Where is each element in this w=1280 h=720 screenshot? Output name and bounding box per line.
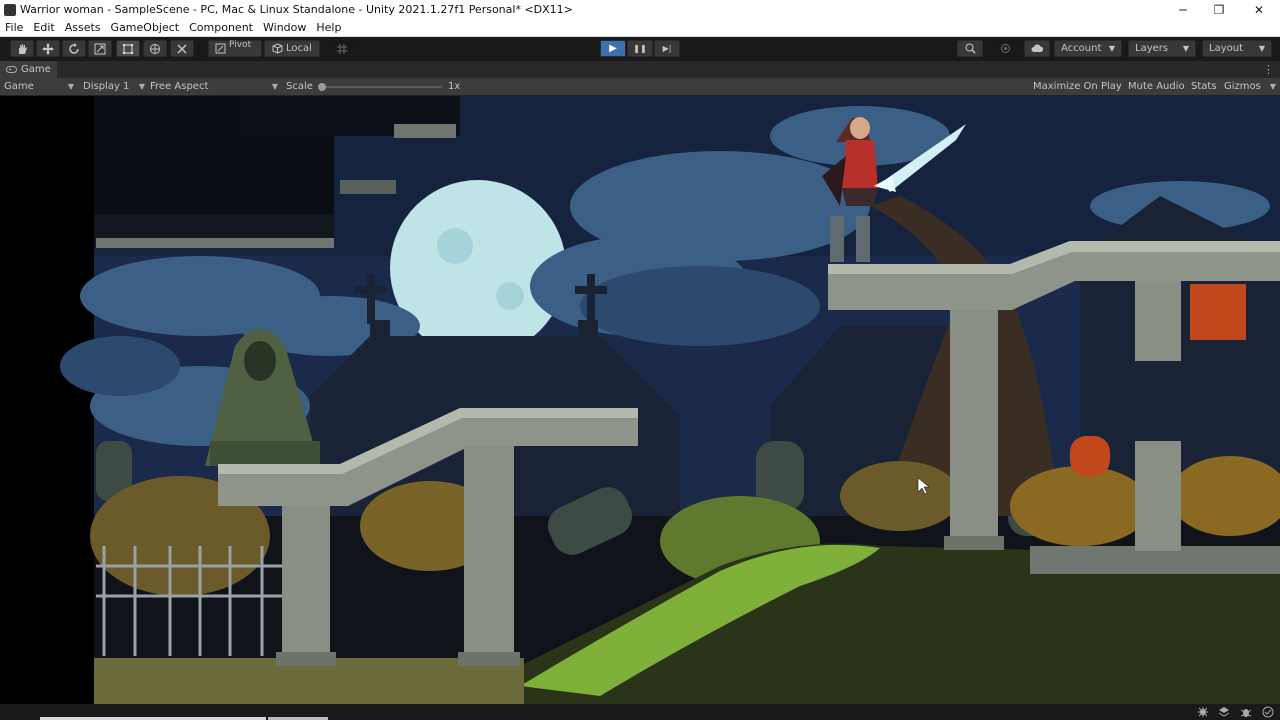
chevron-down-icon: ▼ xyxy=(1108,44,1115,53)
step-button[interactable]: ▶| xyxy=(654,40,680,57)
stats-toggle[interactable]: Stats xyxy=(1191,78,1217,95)
debug-icon[interactable] xyxy=(1197,706,1209,718)
chevron-down-icon: ▼ xyxy=(67,82,74,91)
main-toolbar: Pivot Local ▶ ❚❚ ▶| Account ▼ Layers ▼ L… xyxy=(0,37,1280,61)
play-icon: ▶ xyxy=(609,43,617,54)
tab-menu-icon[interactable]: ⋮ xyxy=(1263,63,1274,76)
search-button[interactable] xyxy=(957,40,983,57)
maximize-on-play-toggle[interactable]: Maximize On Play xyxy=(1033,78,1122,95)
chevron-down-icon: ▼ xyxy=(271,82,278,91)
chevron-down-icon: ▼ xyxy=(1269,82,1276,91)
account-dropdown[interactable]: Account ▼ xyxy=(1054,40,1122,57)
custom-tool-icon[interactable] xyxy=(170,40,194,57)
scale-slider[interactable] xyxy=(318,83,442,91)
chevron-down-icon: ▼ xyxy=(1258,44,1265,53)
menu-component[interactable]: Component xyxy=(184,21,258,34)
bug-icon[interactable] xyxy=(1240,706,1252,718)
game-viewport[interactable] xyxy=(0,96,1280,704)
pivot-toggle[interactable]: Pivot xyxy=(208,40,262,57)
pause-button[interactable]: ❚❚ xyxy=(627,40,653,57)
close-button[interactable]: ✕ xyxy=(1240,0,1278,19)
cloud-icon xyxy=(1031,44,1043,52)
grid-snap-icon[interactable] xyxy=(330,40,354,57)
menu-bar: File Edit Assets GameObject Component Wi… xyxy=(0,19,1280,37)
chevron-down-icon: ▼ xyxy=(1182,44,1189,53)
chevron-down-icon: ▼ xyxy=(138,82,145,91)
search-icon xyxy=(965,43,976,54)
aspect-select[interactable]: Free Aspect ▼ xyxy=(150,78,278,95)
move-tool-icon[interactable] xyxy=(36,40,60,57)
hand-tool-icon[interactable] xyxy=(10,40,34,57)
game-view-controls: Game ▼ Display 1 ▼ Free Aspect ▼ Scale 1… xyxy=(0,78,1280,96)
collab-button[interactable] xyxy=(992,40,1018,57)
mute-audio-toggle[interactable]: Mute Audio xyxy=(1128,78,1185,95)
display-select[interactable]: Display 1 ▼ xyxy=(83,78,145,95)
check-circle-icon[interactable] xyxy=(1262,706,1274,718)
gizmos-label: Gizmos xyxy=(1224,81,1261,92)
scale-value: 1x xyxy=(448,81,461,92)
rect-tool-icon[interactable] xyxy=(116,40,140,57)
tab-strip: Game ⋮ xyxy=(0,61,1280,78)
menu-assets[interactable]: Assets xyxy=(60,21,106,34)
aspect-select-value: Free Aspect xyxy=(150,81,209,92)
account-label: Account xyxy=(1061,43,1102,54)
game-scene xyxy=(60,96,1280,704)
scale-tool-icon[interactable] xyxy=(88,40,112,57)
pause-icon: ❚❚ xyxy=(633,44,647,53)
layers-status-icon[interactable] xyxy=(1218,706,1230,718)
minimize-button[interactable]: ─ xyxy=(1164,0,1202,19)
unity-logo-icon xyxy=(4,3,16,16)
local-toggle[interactable]: Local xyxy=(264,40,320,57)
step-icon: ▶| xyxy=(662,44,672,53)
menu-edit[interactable]: Edit xyxy=(28,21,59,34)
menu-file[interactable]: File xyxy=(0,21,28,34)
view-select-value: Game xyxy=(4,81,34,92)
status-bar xyxy=(0,704,1280,720)
game-controller-icon xyxy=(6,66,17,73)
menu-gameobject[interactable]: GameObject xyxy=(106,21,185,34)
display-select-value: Display 1 xyxy=(83,81,130,92)
window-title: Warrior woman - SampleScene - PC, Mac & … xyxy=(20,3,573,16)
layout-label: Layout xyxy=(1209,43,1243,54)
layers-label: Layers xyxy=(1135,43,1169,54)
scale-slider-knob[interactable] xyxy=(318,83,326,91)
tab-game-label: Game xyxy=(21,64,51,75)
transform-tool-icon[interactable] xyxy=(143,40,167,57)
local-cube-icon xyxy=(272,43,283,54)
maximize-button[interactable]: ❐ xyxy=(1200,0,1238,19)
gizmos-dropdown[interactable]: Gizmos ▼ xyxy=(1224,78,1276,95)
scale-label: Scale xyxy=(286,81,313,92)
layers-dropdown[interactable]: Layers ▼ xyxy=(1128,40,1196,57)
pivot-label: Pivot xyxy=(229,39,252,50)
tab-game[interactable]: Game xyxy=(0,61,57,78)
cloud-button[interactable] xyxy=(1024,40,1050,57)
collab-icon xyxy=(1000,44,1010,53)
play-button[interactable]: ▶ xyxy=(600,40,626,57)
pivot-icon xyxy=(215,43,226,54)
local-label: Local xyxy=(286,43,312,54)
rotate-tool-icon[interactable] xyxy=(62,40,86,57)
menu-help[interactable]: Help xyxy=(311,21,346,34)
menu-window[interactable]: Window xyxy=(258,21,311,34)
layout-dropdown[interactable]: Layout ▼ xyxy=(1202,40,1272,57)
view-select[interactable]: Game ▼ xyxy=(4,78,74,95)
title-bar: Warrior woman - SampleScene - PC, Mac & … xyxy=(0,0,1280,19)
